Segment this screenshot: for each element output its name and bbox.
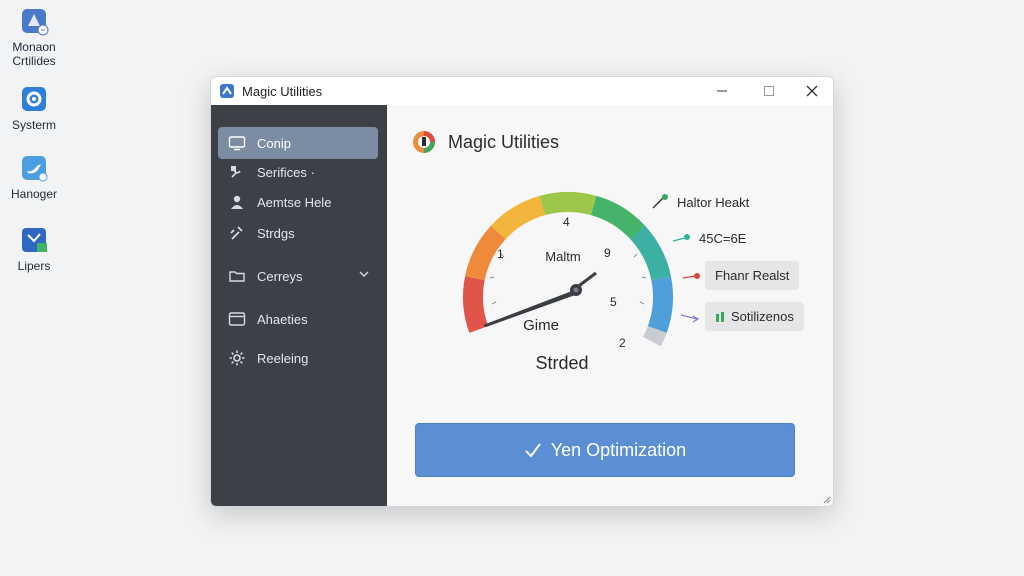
window-icon bbox=[228, 310, 246, 328]
page-title: Magic Utilities bbox=[448, 132, 560, 152]
wrench-icon bbox=[228, 224, 246, 242]
gauge-arc-segment bbox=[590, 195, 645, 240]
gauge-arc-endcap bbox=[642, 325, 667, 347]
chart-tile-icon bbox=[19, 225, 49, 255]
gauge-tick-2: 2 bbox=[619, 336, 626, 350]
run-optimization-button[interactable]: Yen Optimization bbox=[415, 423, 795, 477]
gauge-arc-segment bbox=[630, 225, 671, 281]
desktop-icon-1[interactable]: Monaon Crtilides bbox=[6, 6, 62, 68]
metric-label: Haltor Heakt bbox=[677, 194, 750, 210]
gauge-status: Strded bbox=[535, 353, 588, 373]
sidebar-item-conip[interactable]: Conip bbox=[218, 127, 378, 159]
settings-icon bbox=[228, 349, 246, 367]
gauge-lower-label: Gime bbox=[523, 317, 559, 334]
metric-label: Fhanr Realst bbox=[705, 261, 800, 290]
gauge-arc-segment bbox=[465, 225, 506, 281]
user-icon bbox=[228, 193, 246, 211]
sidebar-item-ahaeties[interactable]: Ahaeties bbox=[218, 303, 378, 335]
connector-line bbox=[680, 313, 700, 323]
gauge-tick-5: 5 bbox=[610, 295, 617, 309]
sidebar-item-label: Serifices · bbox=[257, 164, 315, 180]
sidebar-item-label: Aemtse Hele bbox=[257, 194, 332, 210]
folder-icon bbox=[228, 267, 246, 285]
sidebar-item-label: Ahaeties bbox=[257, 311, 308, 327]
sidebar-item-label: Strdgs bbox=[257, 225, 295, 241]
chevron-down-icon bbox=[359, 271, 369, 277]
desktop-icon-label: Crtilides bbox=[12, 54, 56, 68]
maximize-icon bbox=[764, 86, 774, 96]
run-optimization-label: Yen Optimization bbox=[550, 439, 687, 460]
metric-label: Sotilizenos bbox=[731, 309, 794, 324]
desktop-icon-label: Hanoger bbox=[10, 187, 58, 201]
main-panel: Magic Utilities 1 4 9 5 2 Maltm Gime Str… bbox=[387, 105, 833, 506]
metric-45c: 45C=6E bbox=[671, 231, 746, 246]
app-window: Magic Utilities Conip Serifices · Aemtse… bbox=[210, 76, 834, 507]
sidebar-item-label: Cerreys bbox=[257, 268, 303, 284]
gauge-arc-segment bbox=[647, 276, 673, 333]
sidebar-item-aemtse-hele[interactable]: Aemtse Hele bbox=[218, 186, 378, 218]
gear-tile-icon bbox=[19, 84, 49, 114]
gauge-tick-1: 1 bbox=[497, 247, 504, 261]
desktop-icon-2[interactable]: Systerm bbox=[6, 84, 62, 132]
desktop-icon-label: Systerm bbox=[11, 118, 56, 132]
desktop-icon-label: Lipers bbox=[17, 259, 51, 273]
checkmark-icon bbox=[525, 443, 541, 458]
sidebar-item-strdgs[interactable]: Strdgs bbox=[218, 217, 378, 249]
gauge-center-label: Maltm bbox=[545, 249, 580, 264]
close-icon bbox=[806, 85, 818, 97]
minimize-icon bbox=[717, 90, 727, 92]
connector-line bbox=[652, 194, 668, 209]
gauge-arc-segment bbox=[491, 195, 546, 240]
sidebar-item-label: Conip bbox=[257, 135, 291, 151]
tools-icon bbox=[228, 163, 246, 181]
metric-fhanr-realst[interactable]: Fhanr Realst bbox=[681, 261, 800, 290]
monitor-icon bbox=[228, 134, 246, 152]
gauge-tick-4: 4 bbox=[563, 215, 570, 229]
sidebar-item-serifices[interactable]: Serifices · bbox=[218, 156, 378, 188]
desktop-icon-label: Monaon bbox=[12, 40, 56, 54]
close-button[interactable] bbox=[789, 77, 833, 105]
window-title: Magic Utilities bbox=[242, 83, 323, 99]
minimize-button[interactable] bbox=[699, 77, 745, 105]
brand-logo-icon bbox=[413, 131, 435, 153]
resize-grip-icon[interactable] bbox=[821, 494, 831, 504]
bird-tile-icon bbox=[19, 153, 49, 183]
metric-haltor-heakt: Haltor Heakt bbox=[649, 192, 749, 212]
app-logo-icon bbox=[220, 84, 234, 98]
bars-icon bbox=[716, 311, 724, 322]
desktop-icon-3[interactable]: Hanoger bbox=[6, 153, 62, 201]
sidebar-item-cerreys[interactable]: Cerreys bbox=[218, 260, 378, 292]
sidebar-item-reeleing[interactable]: Reeleing bbox=[218, 342, 378, 374]
maximize-button[interactable] bbox=[746, 77, 792, 105]
desktop-icon-4[interactable]: Lipers bbox=[6, 225, 62, 273]
gauge-arc-segment bbox=[463, 276, 489, 333]
title-bar[interactable]: Magic Utilities bbox=[211, 77, 833, 105]
connector-line bbox=[682, 272, 700, 279]
metric-sotilizenos[interactable]: Sotilizenos bbox=[679, 302, 804, 331]
gauge-tick-9: 9 bbox=[604, 246, 611, 260]
sidebar-item-label: Reeleing bbox=[257, 350, 309, 366]
connector-line bbox=[672, 233, 690, 242]
gauge-arc-segment bbox=[539, 192, 597, 216]
app-tile-icon bbox=[19, 6, 49, 36]
sidebar: Conip Serifices · Aemtse Hele Strdgs Cer… bbox=[211, 105, 387, 506]
metric-label: 45C=6E bbox=[699, 231, 747, 246]
